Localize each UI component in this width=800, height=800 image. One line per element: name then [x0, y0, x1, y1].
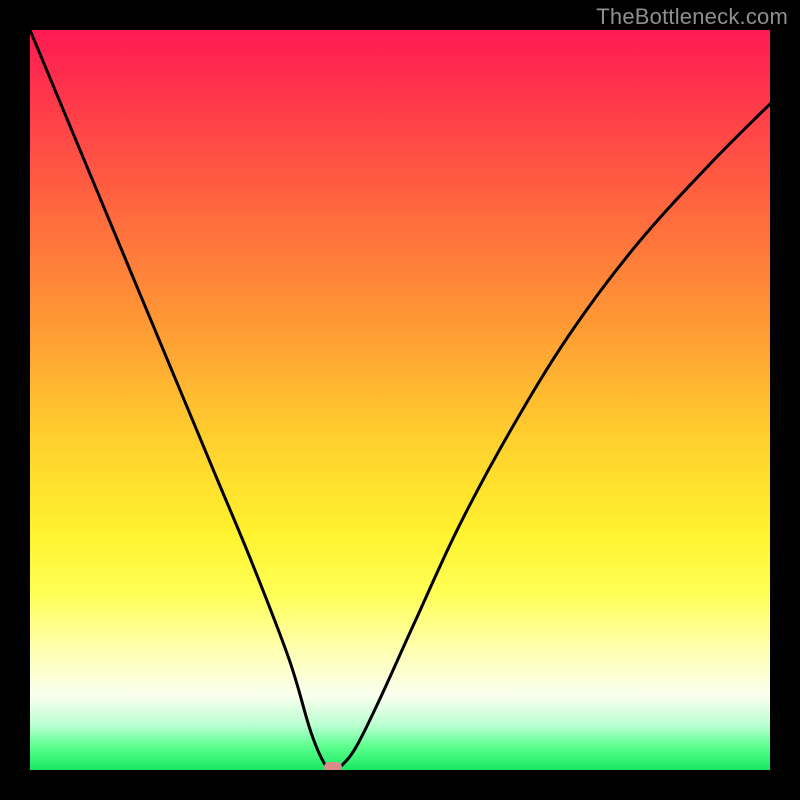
optimal-marker [324, 762, 342, 770]
curve-layer [30, 30, 770, 770]
watermark-text: TheBottleneck.com [596, 4, 788, 30]
plot-area [30, 30, 770, 770]
chart-frame: TheBottleneck.com [0, 0, 800, 800]
bottleneck-curve [30, 30, 770, 770]
